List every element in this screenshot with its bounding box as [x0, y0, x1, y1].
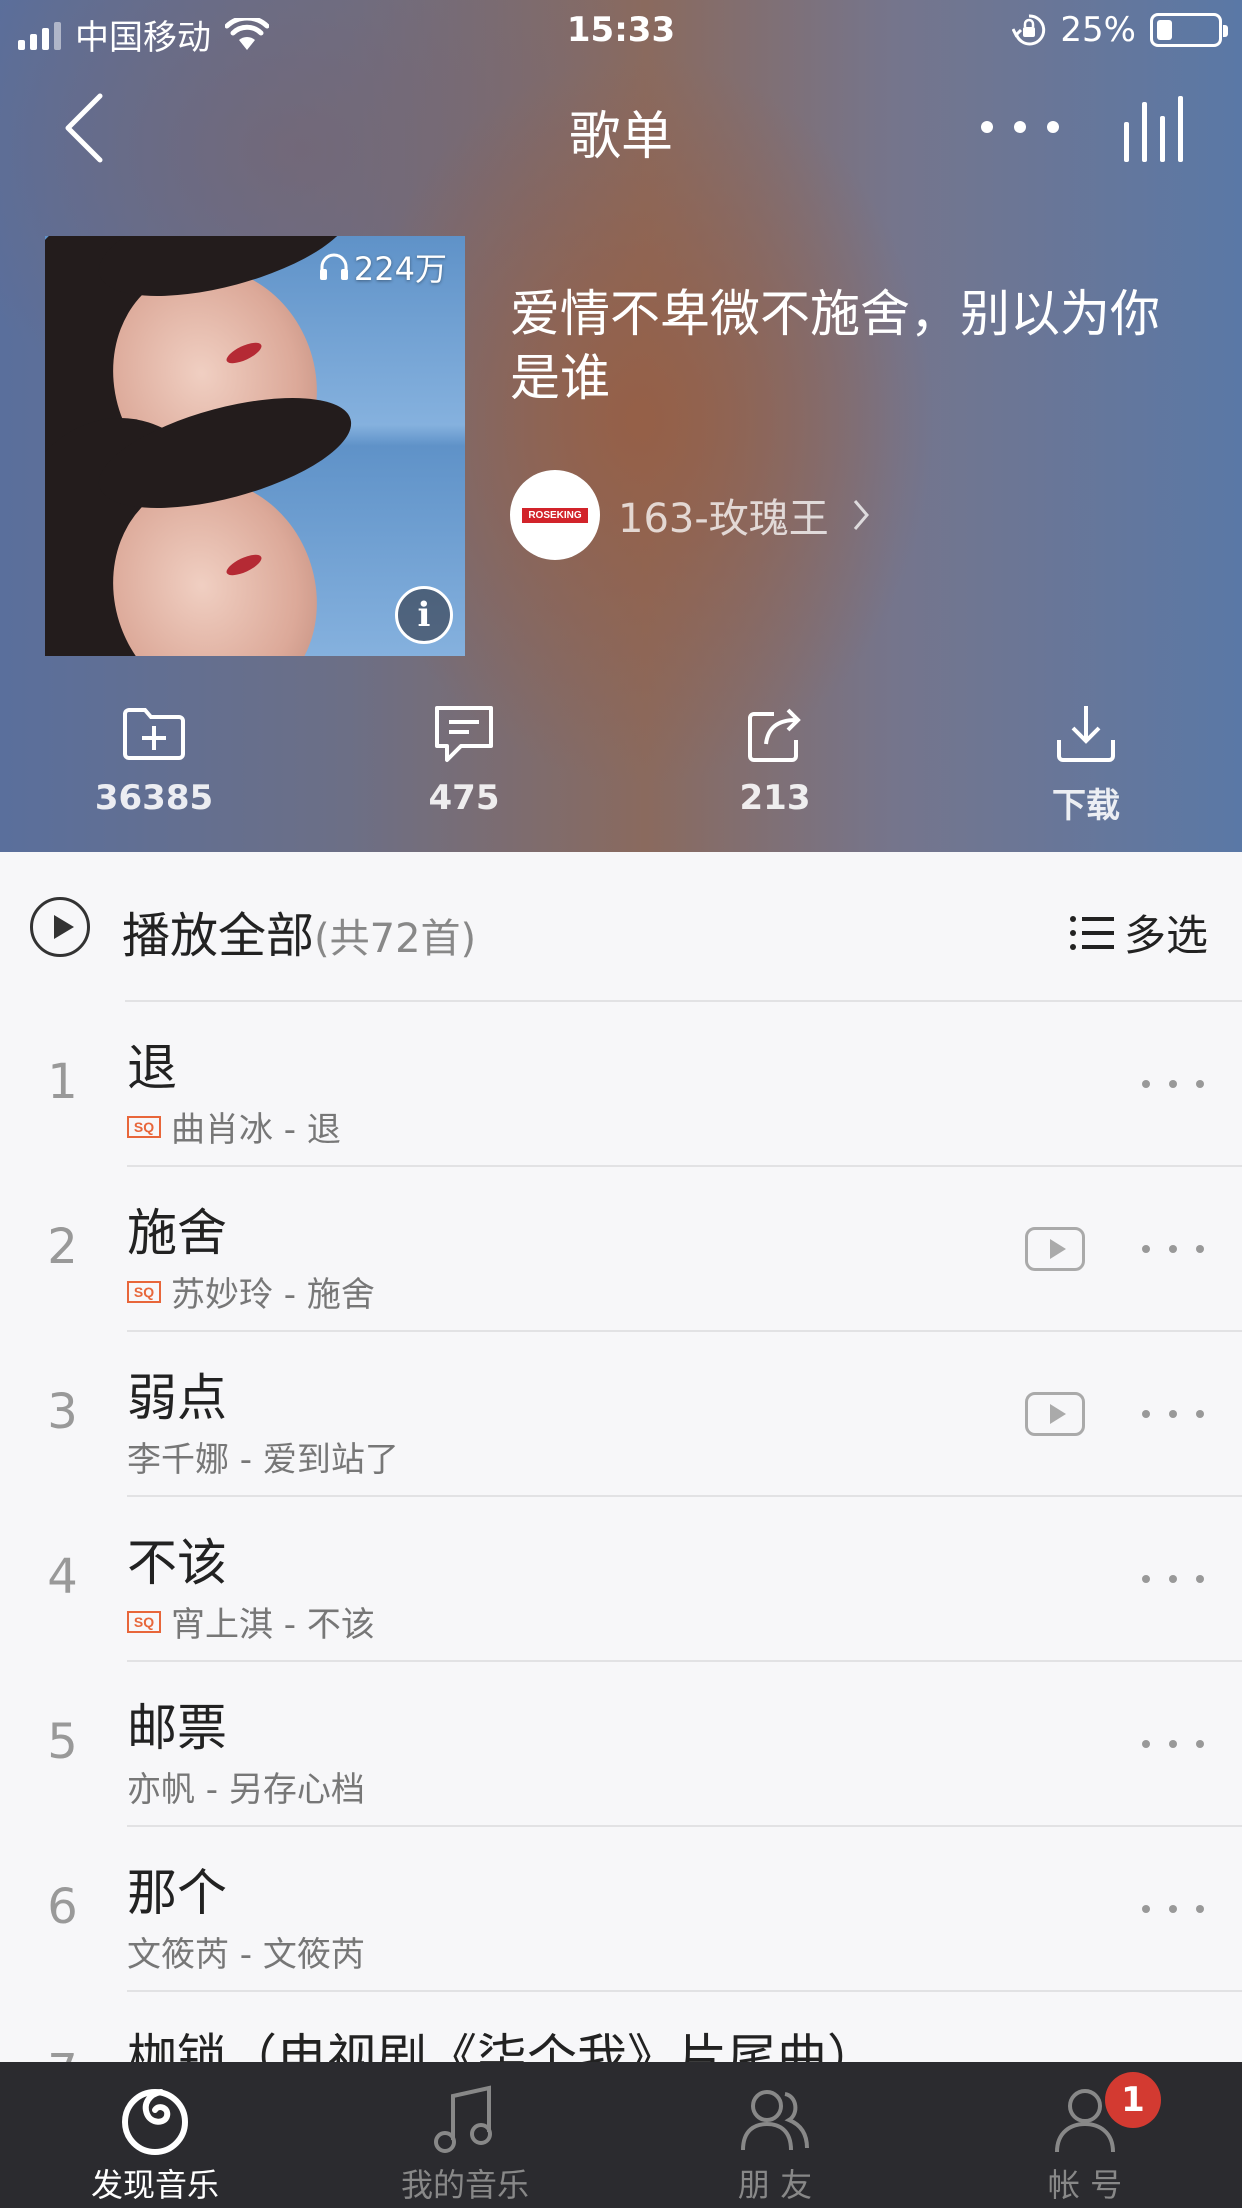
- song-subtitle: 亦帆 - 另存心档: [127, 1762, 365, 1811]
- tab-friends-label: 朋 友: [737, 2166, 813, 2204]
- playlist-title: 爱情不卑微不施舍，别以为你是谁: [510, 285, 1160, 407]
- song-row[interactable]: 5 邮票亦帆 - 另存心档: [0, 1662, 1242, 1827]
- song-artist-album: 曲肖冰 - 退: [171, 1110, 341, 1150]
- song-subtitle: SQ 宵上淇 - 不该: [127, 1597, 375, 1646]
- status-bar: 中国移动 15:33 25%: [0, 0, 1242, 62]
- headphones-icon: [319, 253, 348, 280]
- nav-bar: 歌单: [0, 62, 1242, 192]
- music-note-icon: [434, 2085, 492, 2153]
- playlist-actions: 36385 475 213 下载: [0, 700, 1242, 840]
- song-subtitle: 文筱芮 - 文筱芮: [127, 1927, 365, 1976]
- play-all-bar[interactable]: 播放全部(共72首) 多选: [0, 852, 1242, 1002]
- song-more-icon[interactable]: [1138, 1569, 1208, 1589]
- song-artist-album: 宵上淇 - 不该: [171, 1605, 375, 1645]
- song-count: (共72首): [314, 916, 477, 962]
- battery-icon: [1150, 13, 1228, 47]
- add-folder-icon: [123, 708, 185, 760]
- song-number: 4: [47, 1549, 78, 1605]
- song-number: 2: [47, 1219, 78, 1275]
- mv-play-icon[interactable]: [1025, 1392, 1085, 1436]
- play-all-label[interactable]: 播放全部(共72首): [122, 896, 476, 966]
- roseking-logo: ROSEKING: [522, 508, 588, 523]
- multi-select-button[interactable]: 多选: [1069, 902, 1208, 963]
- download-icon: [1057, 706, 1115, 762]
- tab-my-music[interactable]: 我的音乐: [310, 2062, 620, 2208]
- playlist-header: 中国移动 15:33 25% 歌单 224万 i 爱情不卑微不施舍，别以为你是谁…: [0, 0, 1242, 852]
- tab-discover-label: 发现音乐: [90, 2166, 219, 2204]
- battery-percent: 25%: [1060, 10, 1136, 50]
- comment-count: 475: [428, 778, 500, 818]
- play-circle-icon[interactable]: [30, 897, 90, 957]
- tab-my-music-label: 我的音乐: [400, 2166, 529, 2204]
- now-playing-icon[interactable]: [1120, 92, 1192, 162]
- song-number: 6: [47, 1879, 78, 1935]
- song-more-icon[interactable]: [1138, 1074, 1208, 1094]
- creator-name: 163-玫瑰王: [618, 496, 829, 542]
- song-title: 施舍: [127, 1204, 227, 1262]
- song-more-icon[interactable]: [1138, 1734, 1208, 1754]
- song-title: 枷锁（电视剧《柒个我》片尾曲）: [127, 2029, 877, 2062]
- song-row[interactable]: 7枷锁（电视剧《柒个我》片尾曲）: [0, 1992, 1242, 2062]
- collect-button[interactable]: 36385: [54, 700, 254, 818]
- share-button[interactable]: 213: [675, 700, 875, 818]
- play-count: 224万: [318, 244, 447, 290]
- list-icon: [1069, 915, 1114, 950]
- tab-account[interactable]: 帐 号: [930, 2062, 1240, 2208]
- song-artist-album: 苏妙玲 - 施舍: [171, 1275, 375, 1315]
- mv-play-icon[interactable]: [1025, 1227, 1085, 1271]
- share-count: 213: [739, 778, 811, 818]
- tab-bar: 发现音乐 我的音乐 朋 友 帐 号: [0, 2062, 1242, 2208]
- song-artist-album: 李千娜 - 爱到站了: [127, 1440, 399, 1480]
- song-subtitle: SQ 苏妙玲 - 施舍: [127, 1267, 375, 1316]
- song-row[interactable]: 2 施舍 SQ 苏妙玲 - 施舍: [0, 1167, 1242, 1332]
- song-number: 3: [47, 1384, 78, 1440]
- song-number: 5: [47, 1714, 78, 1770]
- info-icon[interactable]: i: [395, 586, 453, 644]
- download-label: 下载: [1052, 786, 1120, 826]
- song-artist-album: 亦帆 - 另存心档: [127, 1770, 365, 1810]
- song-row[interactable]: 6 那个文筱芮 - 文筱芮: [0, 1827, 1242, 1992]
- playlist-cover[interactable]: 224万 i: [45, 236, 465, 656]
- chevron-right-icon: [853, 500, 869, 530]
- collect-count: 36385: [94, 778, 214, 818]
- multi-select-label: 多选: [1123, 911, 1208, 960]
- battery-fill: [1157, 20, 1172, 40]
- download-button[interactable]: 下载: [986, 700, 1186, 827]
- tab-discover[interactable]: 发现音乐: [0, 2062, 310, 2208]
- song-subtitle: SQ 曲肖冰 - 退: [127, 1102, 341, 1151]
- share-icon: [748, 708, 801, 762]
- creator-link[interactable]: ROSEKING 163-玫瑰王: [510, 470, 871, 560]
- song-title: 不该: [127, 1534, 227, 1592]
- sq-badge-icon: SQ: [127, 1115, 161, 1138]
- play-count-value: 224万: [353, 250, 447, 288]
- comment-icon: [435, 706, 493, 762]
- song-number: 1: [47, 1054, 78, 1110]
- song-row[interactable]: 1 退 SQ 曲肖冰 - 退: [0, 1002, 1242, 1167]
- song-title: 那个: [127, 1864, 227, 1922]
- song-list: 播放全部(共72首) 多选 1 退 SQ 曲肖冰 - 退 2 施舍 SQ 苏妙玲 - 施舍 3 弱…: [0, 852, 1242, 2062]
- song-row[interactable]: 4 不该 SQ 宵上淇 - 不该: [0, 1497, 1242, 1662]
- more-icon[interactable]: [975, 102, 1065, 152]
- song-title: 退: [127, 1039, 177, 1097]
- notification-badge: 1: [1105, 2072, 1161, 2128]
- play-all-text: 播放全部: [122, 908, 315, 964]
- song-more-icon[interactable]: [1138, 1899, 1208, 1919]
- song-more-icon[interactable]: [1138, 1239, 1208, 1259]
- creator-avatar: ROSEKING: [510, 470, 600, 560]
- tab-friends[interactable]: 朋 友: [620, 2062, 930, 2208]
- friends-icon: [741, 2090, 809, 2151]
- netease-logo-icon: [122, 2089, 188, 2155]
- sq-badge-icon: SQ: [127, 1280, 161, 1303]
- comment-button[interactable]: 475: [364, 700, 564, 818]
- song-artist-album: 文筱芮 - 文筱芮: [127, 1935, 365, 1975]
- rotation-lock-icon: [1012, 14, 1046, 46]
- song-row[interactable]: 3 弱点李千娜 - 爱到站了: [0, 1332, 1242, 1497]
- song-title: 邮票: [127, 1699, 227, 1757]
- sq-badge-icon: SQ: [127, 1610, 161, 1633]
- song-title: 弱点: [127, 1369, 227, 1427]
- song-number: 7: [0, 2044, 125, 2062]
- song-subtitle: 李千娜 - 爱到站了: [127, 1432, 399, 1481]
- tab-account-label: 帐 号: [1047, 2166, 1123, 2204]
- song-more-icon[interactable]: [1138, 1404, 1208, 1424]
